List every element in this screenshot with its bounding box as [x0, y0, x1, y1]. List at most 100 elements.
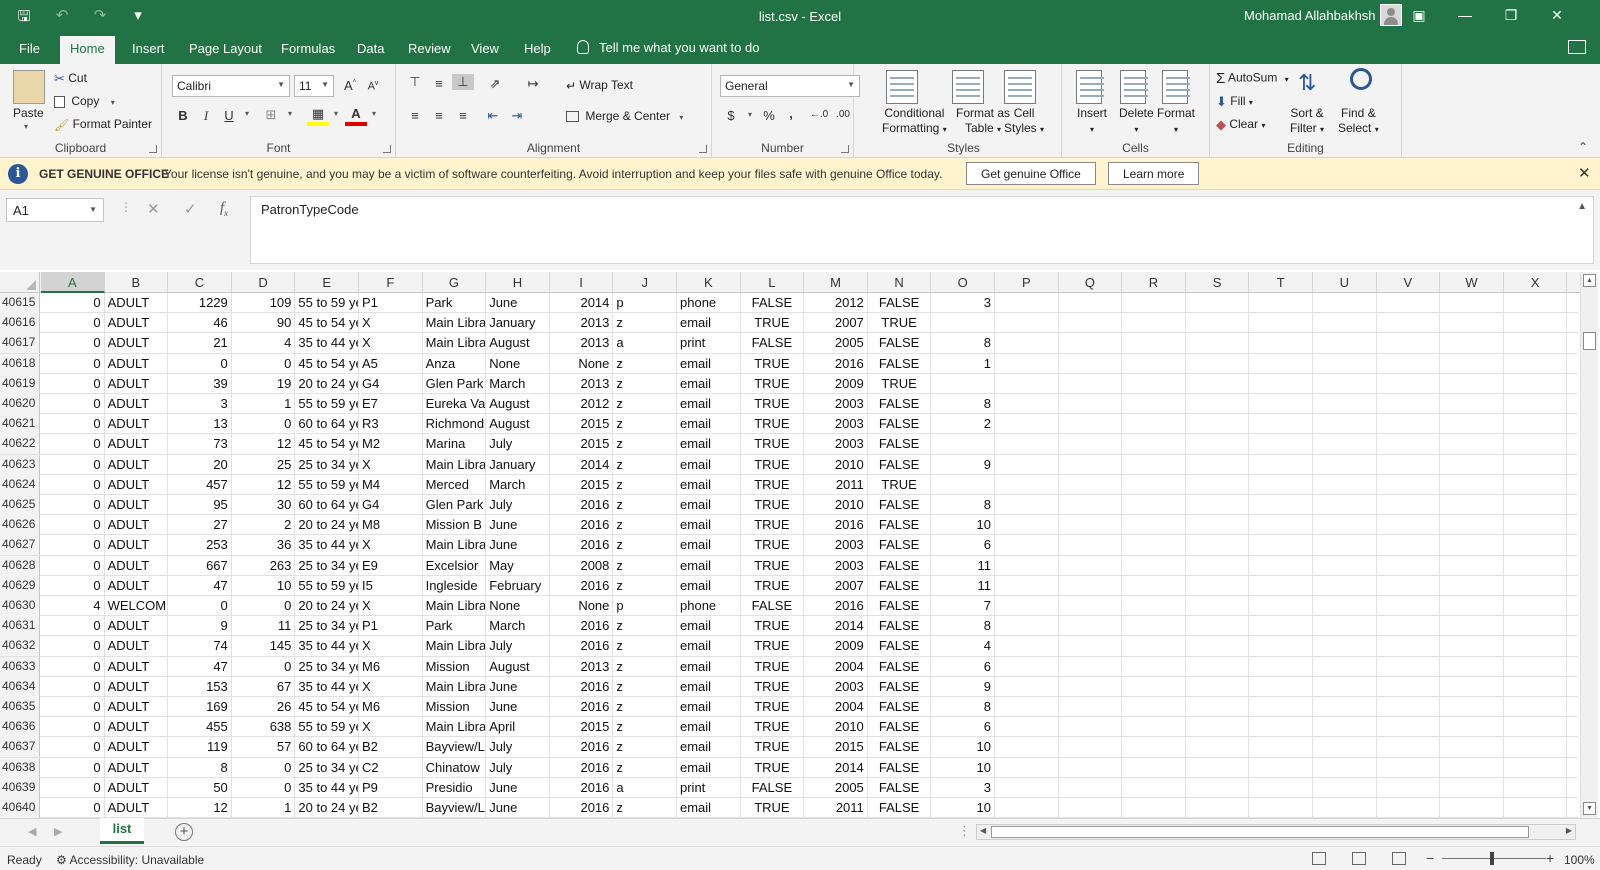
cell-o[interactable]: 3: [931, 293, 995, 313]
cell-u[interactable]: [1313, 575, 1377, 596]
cell-r[interactable]: [1122, 656, 1186, 677]
number-format-select[interactable]: General ▼: [720, 75, 860, 97]
cell-p[interactable]: [995, 414, 1059, 435]
zoom-level[interactable]: 100%: [1564, 853, 1595, 867]
cell-h[interactable]: July: [486, 737, 550, 758]
cell-f[interactable]: G4: [359, 495, 423, 515]
cell-u[interactable]: [1313, 798, 1377, 818]
cell-r[interactable]: [1122, 555, 1186, 576]
format-painter-button[interactable]: 🖌 Format Painter: [54, 117, 152, 132]
cell-d[interactable]: 30: [232, 495, 296, 515]
cell-u[interactable]: [1313, 717, 1377, 738]
cell-g[interactable]: Ingleside: [423, 575, 487, 596]
cell-n[interactable]: FALSE: [868, 454, 932, 475]
cell-k[interactable]: print: [677, 333, 741, 354]
cell-l[interactable]: TRUE: [741, 757, 805, 778]
cell-x[interactable]: [1504, 434, 1568, 455]
row-header[interactable]: 40626: [0, 515, 40, 536]
cell-c[interactable]: 9: [168, 616, 232, 637]
cell-v[interactable]: [1377, 313, 1441, 334]
cell-a[interactable]: 0: [41, 777, 105, 798]
cell-p[interactable]: [995, 596, 1059, 616]
row-header[interactable]: 40628: [0, 555, 40, 576]
cell-w[interactable]: [1440, 798, 1504, 818]
cell-t[interactable]: [1249, 717, 1313, 738]
cell-q[interactable]: [1059, 737, 1123, 758]
cell-b[interactable]: ADULT: [105, 798, 169, 818]
cell-h[interactable]: August: [486, 333, 550, 354]
cell-e[interactable]: 45 to 54 ye: [295, 313, 359, 334]
cell-d[interactable]: 10: [232, 575, 296, 596]
cell-t[interactable]: [1249, 757, 1313, 778]
cell-e[interactable]: 25 to 34 ye: [295, 656, 359, 677]
cell-i[interactable]: 2015: [550, 717, 614, 738]
cell-e[interactable]: 45 to 54 ye: [295, 434, 359, 455]
cell-n[interactable]: FALSE: [868, 656, 932, 677]
cell-q[interactable]: [1059, 353, 1123, 374]
cell-o[interactable]: 3: [931, 777, 995, 798]
cell-r[interactable]: [1122, 757, 1186, 778]
cell-b[interactable]: ADULT: [105, 636, 169, 657]
cell-d[interactable]: 26: [232, 697, 296, 717]
cell-p[interactable]: [995, 676, 1059, 697]
cell-t[interactable]: [1249, 373, 1313, 394]
cell-h[interactable]: June: [486, 798, 550, 818]
cell-a[interactable]: 0: [41, 333, 105, 354]
underline-dropdown-icon[interactable]: ▾: [236, 109, 258, 118]
cell-k[interactable]: phone: [677, 293, 741, 313]
cell-n[interactable]: FALSE: [868, 293, 932, 313]
cell-v[interactable]: [1377, 353, 1441, 374]
cell-k[interactable]: email: [677, 575, 741, 596]
cell-r[interactable]: [1122, 717, 1186, 738]
cell-n[interactable]: FALSE: [868, 575, 932, 596]
cell-d[interactable]: 12: [232, 474, 296, 495]
fill-button[interactable]: ⬇ Fill ▾: [1216, 94, 1253, 110]
cell-o[interactable]: 2: [931, 414, 995, 435]
cell-d[interactable]: 90: [232, 313, 296, 334]
cell-w[interactable]: [1440, 717, 1504, 738]
cell-t[interactable]: [1249, 575, 1313, 596]
tab-view[interactable]: View: [471, 41, 499, 56]
cell-p[interactable]: [995, 293, 1059, 313]
cell-a[interactable]: 0: [41, 798, 105, 818]
cell-r[interactable]: [1122, 394, 1186, 414]
cell-r[interactable]: [1122, 737, 1186, 758]
cell-v[interactable]: [1377, 676, 1441, 697]
column-header-n[interactable]: N: [868, 272, 932, 293]
cell-d[interactable]: 1: [232, 798, 296, 818]
cell-x[interactable]: [1504, 676, 1568, 697]
cell-i[interactable]: 2016: [550, 737, 614, 758]
cell-i[interactable]: 2013: [550, 656, 614, 677]
row-header[interactable]: 40625: [0, 495, 40, 515]
cell-j[interactable]: z: [613, 676, 677, 697]
percent-button[interactable]: %: [758, 108, 780, 123]
cell-v[interactable]: [1377, 414, 1441, 435]
cell-s[interactable]: [1186, 333, 1250, 354]
cell-v[interactable]: [1377, 575, 1441, 596]
cell-e[interactable]: 55 to 59 ye: [295, 394, 359, 414]
tab-review[interactable]: Review: [408, 41, 451, 56]
cell-l[interactable]: TRUE: [741, 616, 805, 637]
cell-t[interactable]: [1249, 434, 1313, 455]
cell-v[interactable]: [1377, 293, 1441, 313]
cell-g[interactable]: Merced: [423, 474, 487, 495]
cell-n[interactable]: TRUE: [868, 474, 932, 495]
cell-o[interactable]: 10: [931, 757, 995, 778]
close-icon[interactable]: ✕: [1534, 0, 1580, 33]
cell-l[interactable]: FALSE: [741, 596, 805, 616]
cell-j[interactable]: p: [613, 293, 677, 313]
row-header[interactable]: 40635: [0, 697, 40, 717]
cell-l[interactable]: TRUE: [741, 575, 805, 596]
cell-s[interactable]: [1186, 373, 1250, 394]
cell-a[interactable]: 0: [41, 495, 105, 515]
cell-t[interactable]: [1249, 313, 1313, 334]
column-header-c[interactable]: C: [168, 272, 232, 293]
cell-w[interactable]: [1440, 596, 1504, 616]
cell-o[interactable]: 7: [931, 596, 995, 616]
cell-c[interactable]: 3: [168, 394, 232, 414]
cell-f[interactable]: G4: [359, 373, 423, 394]
collapse-ribbon-icon[interactable]: ⌃: [1578, 140, 1588, 154]
scroll-left-icon[interactable]: ◀: [980, 826, 986, 835]
cell-i[interactable]: None: [550, 596, 614, 616]
cell-s[interactable]: [1186, 777, 1250, 798]
